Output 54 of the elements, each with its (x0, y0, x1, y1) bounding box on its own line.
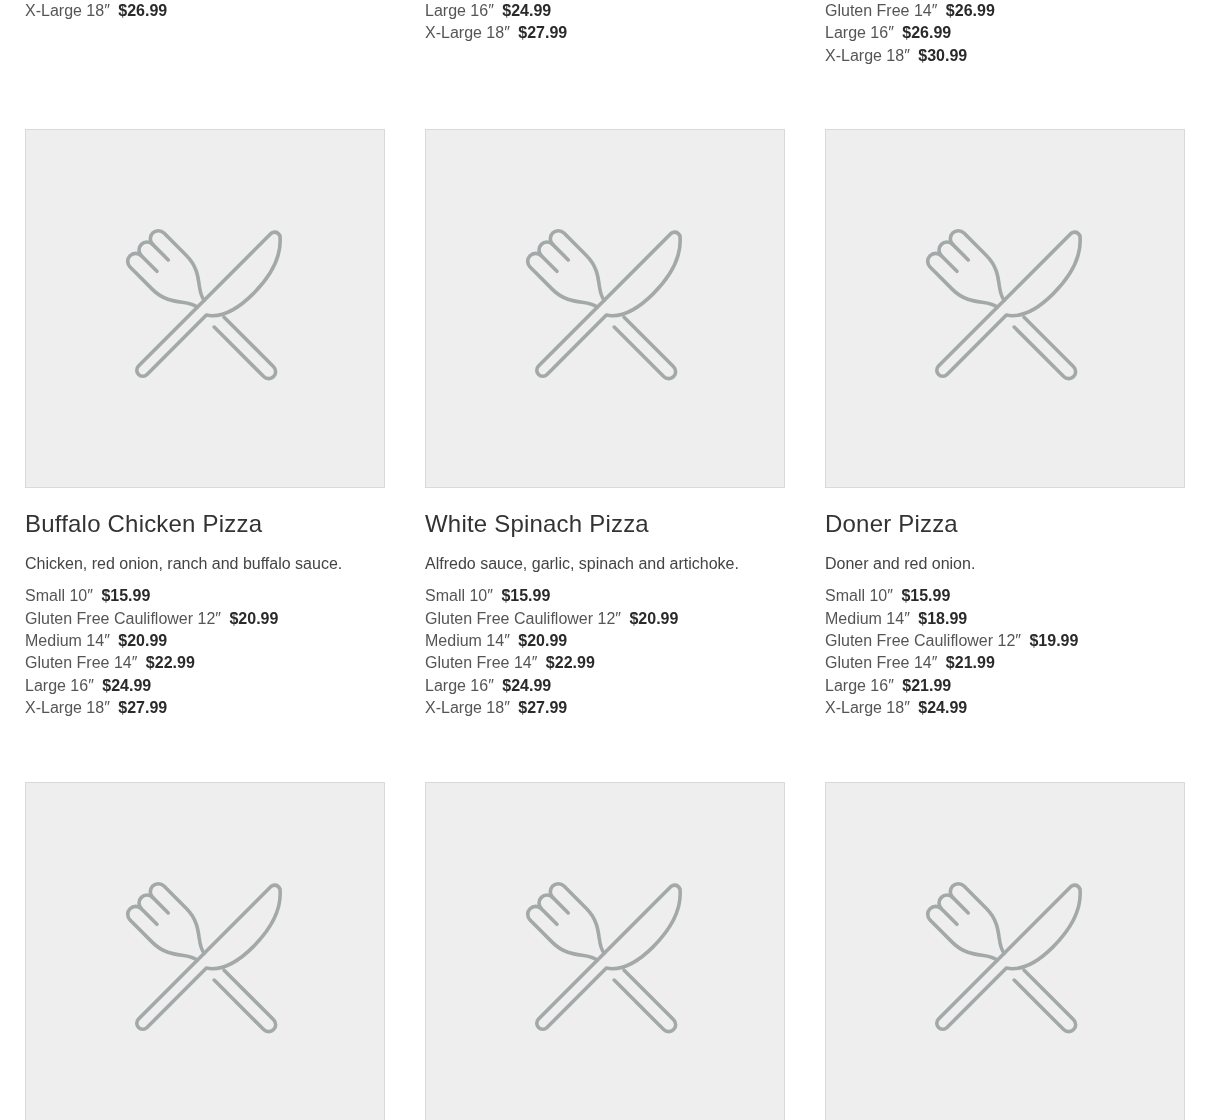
size-label: Large 16″ (825, 676, 894, 694)
price-text: $26.99 (902, 24, 952, 42)
size-label: Medium 14″ (825, 609, 910, 627)
menu-item-title: White Spinach Pizza (425, 509, 650, 540)
size-label: Small 10″ (425, 587, 493, 605)
size-label: Large 16″ (425, 2, 494, 19)
price-text: $18.99 (918, 609, 968, 627)
size-label: X-Large 18″ (25, 699, 110, 717)
size-label: Small 10″ (25, 587, 93, 605)
price-text: $27.99 (518, 699, 568, 717)
price-text: $20.99 (629, 609, 679, 627)
price-text: $24.99 (102, 676, 152, 694)
price-text: $24.99 (918, 699, 968, 717)
price-text: $26.99 (945, 2, 995, 19)
size-label: Large 16″ (25, 676, 94, 694)
price-text: $24.99 (502, 2, 552, 19)
price-text: $15.99 (901, 587, 951, 605)
size-label: Gluten Free 14″ (425, 654, 538, 672)
price-text: $27.99 (518, 24, 568, 42)
price-text: $21.99 (902, 676, 952, 694)
size-label: X-Large 18″ (825, 46, 910, 64)
menu-item-description: Doner and red onion. (825, 554, 977, 575)
price-text: $27.99 (118, 699, 168, 717)
menu-item-title: Doner Pizza (825, 509, 959, 540)
menu-item-title: Buffalo Chicken Pizza (25, 509, 264, 540)
price-text: $20.99 (118, 632, 168, 650)
size-label: Gluten Free Cauliflower 12″ (25, 609, 221, 627)
size-label: X-Large 18″ (825, 699, 910, 717)
size-label: Gluten Free Cauliflower 12″ (825, 632, 1021, 650)
price-text: $15.99 (101, 587, 151, 605)
price-text: $19.99 (1029, 632, 1079, 650)
size-label: Gluten Free 14″ (825, 654, 938, 672)
price-text: $26.99 (118, 2, 168, 19)
size-label: X-Large 18″ (25, 2, 110, 19)
size-label: Medium 14″ (25, 632, 110, 650)
price-text: $20.99 (518, 632, 568, 650)
size-label: Large 16″ (425, 676, 494, 694)
size-label: X-Large 18″ (425, 24, 510, 42)
size-label: Gluten Free 14″ (25, 654, 138, 672)
price-text: $15.99 (501, 587, 551, 605)
size-label: X-Large 18″ (425, 699, 510, 717)
price-text: $24.99 (502, 676, 552, 694)
price-text: $21.99 (945, 654, 995, 672)
size-label: Large 16″ (825, 24, 894, 42)
size-label: Medium 14″ (425, 632, 510, 650)
price-text: $22.99 (545, 654, 595, 672)
price-text: $22.99 (145, 654, 195, 672)
size-label: Gluten Free 14″ (825, 2, 938, 19)
menu-item-description: Alfredo sauce, garlic, spinach and artichoke. (425, 554, 740, 575)
price-text: $30.99 (918, 46, 968, 64)
size-label: Gluten Free Cauliflower 12″ (425, 609, 621, 627)
menu-item-description: Chicken, red onion, ranch and buffalo sauce. (25, 554, 344, 575)
size-label: Small 10″ (825, 587, 893, 605)
price-text: $20.99 (229, 609, 279, 627)
